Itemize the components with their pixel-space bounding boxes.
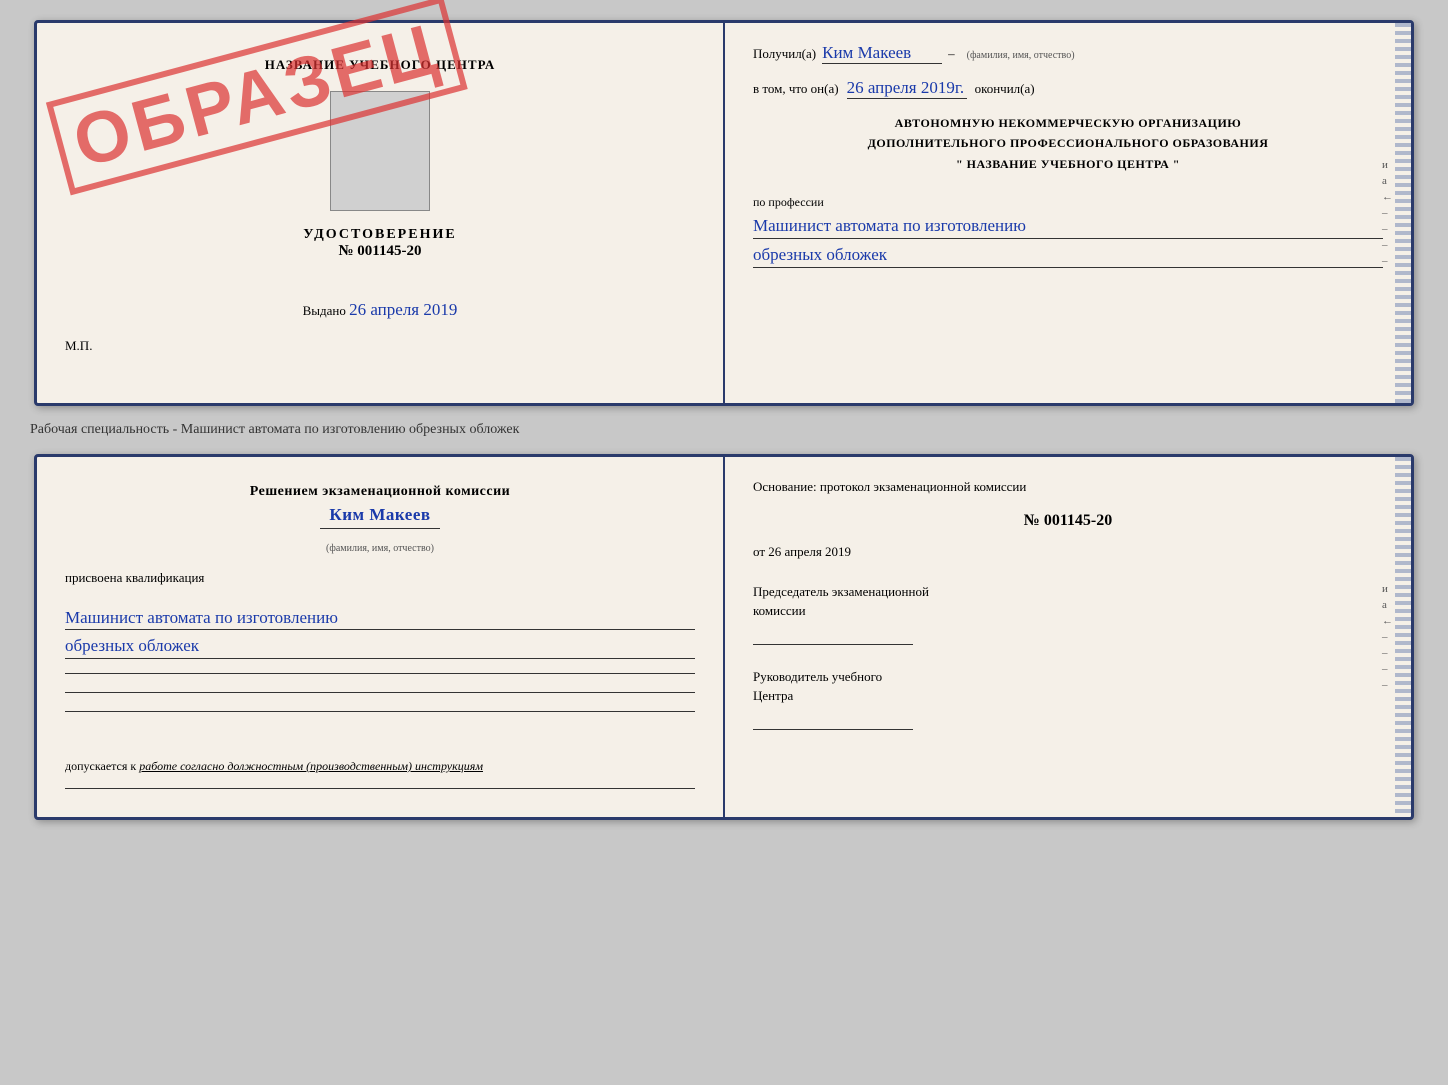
udostoverenie-block: УДОСТОВЕРЕНИЕ № 001145-20 xyxy=(303,227,456,260)
bottom-side-bar-right xyxy=(1395,457,1411,817)
date-line: в том, что он(а) 26 апреля 2019г. окончи… xyxy=(753,78,1383,99)
bottom-document-spread: Решением экзаменационной комиссии Ким Ма… xyxy=(34,454,1414,820)
ot-label: от xyxy=(753,544,765,559)
qualification-line2: обрезных обложек xyxy=(65,634,695,659)
recipient-name: Ким Макеев xyxy=(822,43,942,64)
rukovoditel-line1: Руководитель учебного Центра xyxy=(753,667,1383,706)
commission-line1: Решением экзаменационной комиссии xyxy=(65,481,695,502)
top-document-spread: НАЗВАНИЕ УЧЕБНОГО ЦЕНТРА УДОСТОВЕРЕНИЕ №… xyxy=(34,20,1414,406)
rukovoditel-sig-line xyxy=(753,710,913,730)
side-bar-right xyxy=(1395,23,1411,403)
chairman-sig-line xyxy=(753,625,913,645)
divider3 xyxy=(65,711,695,712)
poluchil-label: Получил(а) xyxy=(753,46,816,62)
photo-placeholder xyxy=(330,91,430,211)
bottom-qualification-block: Машинист автомата по изготовлению обрезн… xyxy=(65,602,695,660)
dopuskaetsya-label: допускается к xyxy=(65,759,136,773)
commission-header: Решением экзаменационной комиссии Ким Ма… xyxy=(65,481,695,529)
qualification-line1: Машинист автомата по изготовлению xyxy=(65,606,695,631)
divider1 xyxy=(65,673,695,674)
protocol-date-line: от 26 апреля 2019 xyxy=(753,544,1383,560)
doc-type-label: УДОСТОВЕРЕНИЕ xyxy=(303,227,456,243)
org-line3: " НАЗВАНИЕ УЧЕБНОГО ЦЕНТРА " xyxy=(753,154,1383,174)
osnovaniye-label: Основание: протокол экзаменационной коми… xyxy=(753,477,1383,498)
org-line2: ДОПОЛНИТЕЛЬНОГО ПРОФЕССИОНАЛЬНОГО ОБРАЗО… xyxy=(753,133,1383,153)
chairman-block: Председатель экзаменационной комиссии xyxy=(753,582,1383,645)
side-letters: и а ← – – – – xyxy=(1382,159,1393,267)
dopuskaetsya-value: работе согласно должностным (производств… xyxy=(139,759,483,773)
bottom-left-page: Решением экзаменационной комиссии Ким Ма… xyxy=(37,457,725,817)
profession-line2: обрезных обложек xyxy=(753,243,1383,268)
separator-text: Рабочая специальность - Машинист автомат… xyxy=(20,422,519,438)
protocol-number: № 001145-20 xyxy=(753,512,1383,530)
okonchil-label: окончил(а) xyxy=(975,81,1035,97)
top-left-page: НАЗВАНИЕ УЧЕБНОГО ЦЕНТРА УДОСТОВЕРЕНИЕ №… xyxy=(37,23,725,403)
profession-block: по профессии Машинист автомата по изгото… xyxy=(753,194,1383,268)
vydano-date: 26 апреля 2019 xyxy=(349,300,457,319)
top-right-page: Получил(а) Ким Макеев – (фамилия, имя, о… xyxy=(725,23,1411,403)
divider2 xyxy=(65,692,695,693)
recipient-line: Получил(а) Ким Макеев – (фамилия, имя, о… xyxy=(753,43,1383,64)
completion-date: 26 апреля 2019г. xyxy=(847,78,967,99)
po-professii-label: по профессии xyxy=(753,195,824,209)
rukovoditel-block: Руководитель учебного Центра xyxy=(753,667,1383,730)
doc-number: № 001145-20 xyxy=(303,243,456,260)
bottom-person-name: Ким Макеев xyxy=(320,502,440,529)
bottom-right-page: Основание: протокол экзаменационной коми… xyxy=(725,457,1411,817)
profession-line1: Машинист автомата по изготовлению xyxy=(753,214,1383,239)
vydano-label: Выдано xyxy=(303,303,346,318)
fio-sublabel: (фамилия, имя, отчество) xyxy=(967,50,1075,61)
divider4 xyxy=(65,788,695,789)
org-line1: АВТОНОМНУЮ НЕКОММЕРЧЕСКУЮ ОРГАНИЗАЦИЮ xyxy=(753,113,1383,133)
chairman-line1: Председатель экзаменационной комиссии xyxy=(753,582,1383,621)
prisvoena-label: присвоена квалификация xyxy=(65,570,695,586)
school-name-top: НАЗВАНИЕ УЧЕБНОГО ЦЕНТРА xyxy=(265,57,496,73)
org-block: АВТОНОМНУЮ НЕКОММЕРЧЕСКУЮ ОРГАНИЗАЦИЮ ДО… xyxy=(753,113,1383,174)
vtom-label: в том, что он(а) xyxy=(753,81,839,97)
bottom-fio-label: (фамилия, имя, отчество) xyxy=(65,543,695,554)
bottom-side-letters: и а ← – – – – xyxy=(1382,583,1393,691)
dopuskaetsya-block: допускается к работе согласно должностны… xyxy=(65,759,695,774)
vydano-line: Выдано 26 апреля 2019 xyxy=(303,300,458,320)
mp-label: М.П. xyxy=(65,338,92,354)
protocol-date: 26 апреля 2019 xyxy=(768,544,851,559)
